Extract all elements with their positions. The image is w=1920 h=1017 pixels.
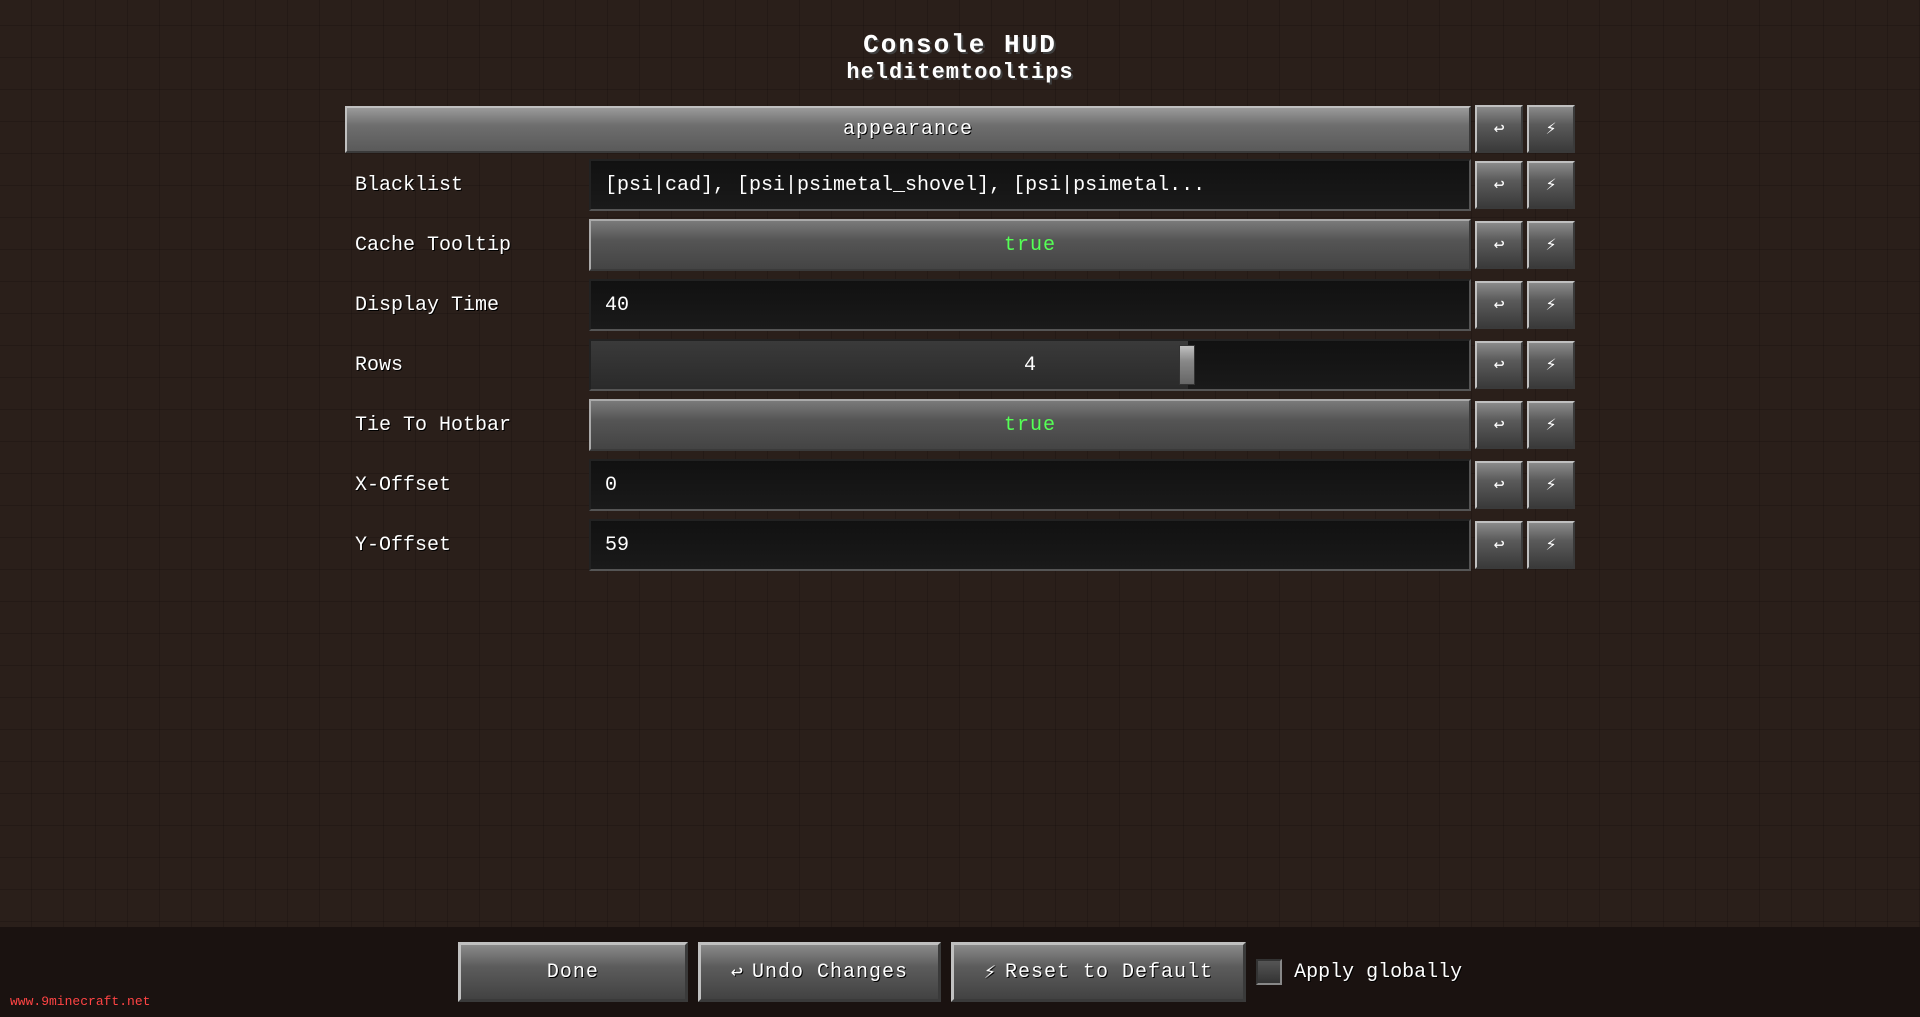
category-row: appearance ↩ ⚡ [345,105,1575,153]
y-offset-undo-btn[interactable]: ↩ [1475,521,1523,569]
title-line1: Console HUD [846,30,1073,60]
rows-label: Rows [345,354,585,377]
tie-hotbar-row: Tie To Hotbar true ↩ ⚡ [345,397,1575,453]
reset-icon: ⚡ [984,959,997,985]
config-panel: appearance ↩ ⚡ Blacklist ↩ ⚡ Cache Toolt… [345,105,1575,577]
display-time-reset-btn[interactable]: ⚡ [1527,281,1575,329]
undo-changes-button[interactable]: ↩ Undo Changes [698,942,941,1002]
undo-changes-label: Undo Changes [752,961,908,984]
x-offset-label: X-Offset [345,474,585,497]
y-offset-label: Y-Offset [345,534,585,557]
y-offset-reset-btn[interactable]: ⚡ [1527,521,1575,569]
reset-default-label: Reset to Default [1005,961,1213,984]
done-label: Done [547,961,599,984]
tie-hotbar-toggle[interactable]: true [589,399,1471,451]
apply-globally-checkbox[interactable] [1256,959,1282,985]
rows-slider[interactable]: 4 [589,339,1471,391]
blacklist-value[interactable] [589,159,1471,211]
category-undo-btn[interactable]: ↩ [1475,105,1523,153]
cache-tooltip-undo-btn[interactable]: ↩ [1475,221,1523,269]
y-offset-input[interactable] [589,519,1471,571]
title-line2: helditemtooltips [846,60,1073,85]
display-time-label: Display Time [345,294,585,317]
apply-globally-label: Apply globally [1294,961,1462,984]
rows-undo-btn[interactable]: ↩ [1475,341,1523,389]
x-offset-row: X-Offset ↩ ⚡ [345,457,1575,513]
cache-tooltip-row: Cache Tooltip true ↩ ⚡ [345,217,1575,273]
undo-icon: ↩ [731,959,744,985]
cache-tooltip-label: Cache Tooltip [345,234,585,257]
blacklist-row: Blacklist ↩ ⚡ [345,157,1575,213]
rows-row: Rows 4 ↩ ⚡ [345,337,1575,393]
tie-hotbar-reset-btn[interactable]: ⚡ [1527,401,1575,449]
x-offset-undo-btn[interactable]: ↩ [1475,461,1523,509]
category-reset-btn[interactable]: ⚡ [1527,105,1575,153]
x-offset-input[interactable] [589,459,1471,511]
reset-default-button[interactable]: ⚡ Reset to Default [951,942,1246,1002]
done-button[interactable]: Done [458,942,688,1002]
title-area: Console HUD helditemtooltips [846,30,1073,85]
display-time-value[interactable] [589,279,1471,331]
blacklist-undo-btn[interactable]: ↩ [1475,161,1523,209]
display-time-row: Display Time ↩ ⚡ [345,277,1575,333]
tie-hotbar-undo-btn[interactable]: ↩ [1475,401,1523,449]
rows-value[interactable]: 4 [589,339,1471,391]
display-time-input[interactable] [589,279,1471,331]
y-offset-value[interactable] [589,519,1471,571]
watermark: www.9minecraft.net [10,994,150,1009]
slider-value-label: 4 [591,354,1469,377]
y-offset-row: Y-Offset ↩ ⚡ [345,517,1575,573]
apply-globally-area: Apply globally [1256,959,1462,985]
rows-reset-btn[interactable]: ⚡ [1527,341,1575,389]
cache-tooltip-value[interactable]: true [589,219,1471,271]
cache-tooltip-reset-btn[interactable]: ⚡ [1527,221,1575,269]
bottom-bar: Done ↩ Undo Changes ⚡ Reset to Default A… [0,927,1920,1017]
x-offset-reset-btn[interactable]: ⚡ [1527,461,1575,509]
x-offset-value[interactable] [589,459,1471,511]
category-label: appearance [345,106,1471,153]
display-time-undo-btn[interactable]: ↩ [1475,281,1523,329]
blacklist-input[interactable] [589,159,1471,211]
blacklist-label: Blacklist [345,174,585,197]
tie-hotbar-value[interactable]: true [589,399,1471,451]
tie-hotbar-label: Tie To Hotbar [345,414,585,437]
blacklist-reset-btn[interactable]: ⚡ [1527,161,1575,209]
cache-tooltip-toggle[interactable]: true [589,219,1471,271]
